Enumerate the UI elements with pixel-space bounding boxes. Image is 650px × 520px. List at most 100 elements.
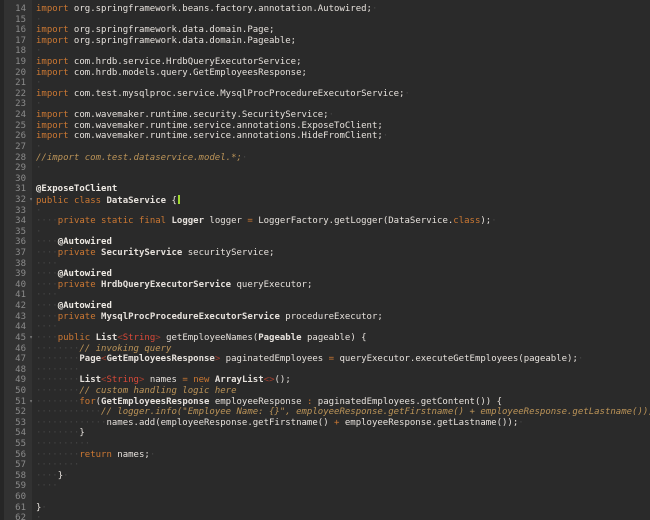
trailing-whitespace-dot: · <box>63 471 68 481</box>
code-line[interactable]: 17import org.springframework.data.domain… <box>0 36 650 47</box>
token-p: org.springframework.data.domain.Page; <box>69 25 275 35</box>
code-line[interactable]: 50········// custom handling logic here <box>0 386 650 397</box>
token-t: List <box>79 375 101 385</box>
line-number: 28 <box>0 153 26 164</box>
code-line[interactable]: 34····private static final Logger logger… <box>0 216 650 227</box>
code-line[interactable]: 39····@Autowired <box>0 269 650 280</box>
code-line[interactable]: 42····@Autowired <box>0 301 650 312</box>
code-line[interactable]: 33· <box>0 206 650 217</box>
code-line[interactable]: 48········ <box>0 365 650 376</box>
token-p: queryExecutor.executeGetEmployees(pageab… <box>334 354 578 364</box>
code-line[interactable]: 35· <box>0 227 650 238</box>
code-line[interactable]: 41···· <box>0 290 650 301</box>
trailing-whitespace-dot: · <box>242 153 247 163</box>
code-line[interactable]: 60 <box>0 492 650 503</box>
code-line[interactable]: 36····@Autowired <box>0 237 650 248</box>
code-line[interactable]: 20import com.hrdb.models.query.GetEmploy… <box>0 68 650 79</box>
fold-spacer <box>26 163 36 174</box>
code-line[interactable]: 59···· <box>0 481 650 492</box>
code-line[interactable]: 27· <box>0 142 650 153</box>
line-number: 34 <box>0 216 26 227</box>
code-line[interactable]: 58····}· <box>0 471 650 482</box>
token-k: import <box>36 25 69 35</box>
line-number: 19 <box>0 57 26 68</box>
code-line[interactable]: 25import com.wavemaker.runtime.service.a… <box>0 121 650 132</box>
fold-arrow-icon[interactable]: ▾ <box>26 397 36 408</box>
code-line[interactable]: 61}· <box>0 503 650 514</box>
token-a: @ExposeToClient <box>36 184 117 194</box>
code-line[interactable]: 54········} <box>0 428 650 439</box>
trailing-whitespace-dot: · <box>518 418 523 428</box>
fold-arrow-icon[interactable]: ▾ <box>26 333 36 344</box>
line-number: 38 <box>0 259 26 270</box>
code-line[interactable]: 46········// invoking query <box>0 344 650 355</box>
token-k: class <box>74 196 101 206</box>
fold-spacer <box>26 375 36 386</box>
code-line[interactable]: 43····private MysqlProcProcedureExecutor… <box>0 312 650 323</box>
fold-spacer <box>26 344 36 355</box>
code-line[interactable]: 51▾········for(GetEmployeesResponse empl… <box>0 397 650 408</box>
whitespace-dots: · <box>36 206 41 216</box>
code-line[interactable]: 32▾public class DataService { <box>0 195 650 206</box>
code-line[interactable]: 14import org.springframework.beans.facto… <box>0 4 650 15</box>
code-line[interactable]: 53·············names.add(employeeRespons… <box>0 418 650 429</box>
whitespace-dots: ········ <box>36 450 79 460</box>
code-line[interactable]: 45▾····public List<String> getEmployeeNa… <box>0 333 650 344</box>
code-line[interactable]: 21· <box>0 78 650 89</box>
line-number: 53 <box>0 418 26 429</box>
code-line[interactable]: 55·········· <box>0 439 650 450</box>
code-text: · <box>36 227 41 238</box>
code-line[interactable]: 57········ <box>0 460 650 471</box>
trailing-whitespace-dot: · <box>383 131 388 141</box>
code-line[interactable]: 19import com.hrdb.service.HrdbQueryExecu… <box>0 57 650 68</box>
code-line[interactable]: 22import com.test.mysqlproc.service.Mysq… <box>0 89 650 100</box>
fold-spacer <box>26 460 36 471</box>
trailing-whitespace-dot: · <box>372 4 377 14</box>
code-line[interactable]: 29· <box>0 163 650 174</box>
code-line[interactable]: 23· <box>0 99 650 110</box>
fold-spacer <box>26 439 36 450</box>
code-line[interactable]: 49········List<String> names = new Array… <box>0 375 650 386</box>
code-line[interactable]: 56········return names;· <box>0 450 650 461</box>
code-text: }· <box>36 503 47 514</box>
code-line[interactable]: 31 @ExposeToClient <box>0 184 650 195</box>
line-number: 45 <box>0 333 26 344</box>
token-k: import <box>36 68 69 78</box>
whitespace-dots: ········ <box>36 428 79 438</box>
token-t: SecurityService <box>101 248 182 258</box>
code-line[interactable]: 30 <box>0 174 650 185</box>
code-text: import org.springframework.data.domain.P… <box>36 36 296 47</box>
token-t: List <box>96 333 118 343</box>
code-line[interactable]: 62· <box>0 513 650 520</box>
token-t: MysqlProcProcedureExecutorService <box>101 312 280 322</box>
fold-spacer <box>26 428 36 439</box>
code-line[interactable]: 24import com.wavemaker.runtime.security.… <box>0 110 650 121</box>
code-line[interactable]: 40····private HrdbQueryExecutorService q… <box>0 280 650 291</box>
token-p: queryExecutor; <box>231 280 312 290</box>
line-number: 31 <box>0 184 26 195</box>
token-p: pageable) { <box>302 333 367 343</box>
fold-spacer <box>26 174 36 185</box>
code-line[interactable]: 44···· <box>0 322 650 333</box>
fold-spacer <box>26 216 36 227</box>
code-line[interactable]: 38···· <box>0 259 650 270</box>
code-line[interactable]: 16import org.springframework.data.domain… <box>0 25 650 36</box>
code-line[interactable]: 28//import com.test.dataservice.model.*;… <box>0 153 650 164</box>
code-editor[interactable]: 14import org.springframework.beans.facto… <box>0 0 650 520</box>
code-line[interactable]: 18· <box>0 46 650 57</box>
code-line[interactable]: 47········Page<GetEmployeesResponse> pag… <box>0 354 650 365</box>
code-line[interactable]: 37····private SecurityService securitySe… <box>0 248 650 259</box>
text-caret <box>178 195 180 204</box>
whitespace-dots: ········ <box>36 365 79 375</box>
code-line[interactable]: 15· <box>0 15 650 26</box>
token-p: LoggerFactory.getLogger(DataService. <box>253 216 453 226</box>
trailing-whitespace-dot: · <box>41 503 46 513</box>
fold-spacer <box>26 513 36 520</box>
code-text: ····@Autowired <box>36 301 112 312</box>
fold-spacer <box>26 386 36 397</box>
fold-arrow-icon[interactable]: ▾ <box>26 195 36 206</box>
editor-lines[interactable]: 14import org.springframework.beans.facto… <box>0 0 650 520</box>
fold-spacer <box>26 121 36 132</box>
code-line[interactable]: 52············// logger.info("Employee N… <box>0 407 650 418</box>
code-line[interactable]: 26import com.wavemaker.runtime.service.a… <box>0 131 650 142</box>
